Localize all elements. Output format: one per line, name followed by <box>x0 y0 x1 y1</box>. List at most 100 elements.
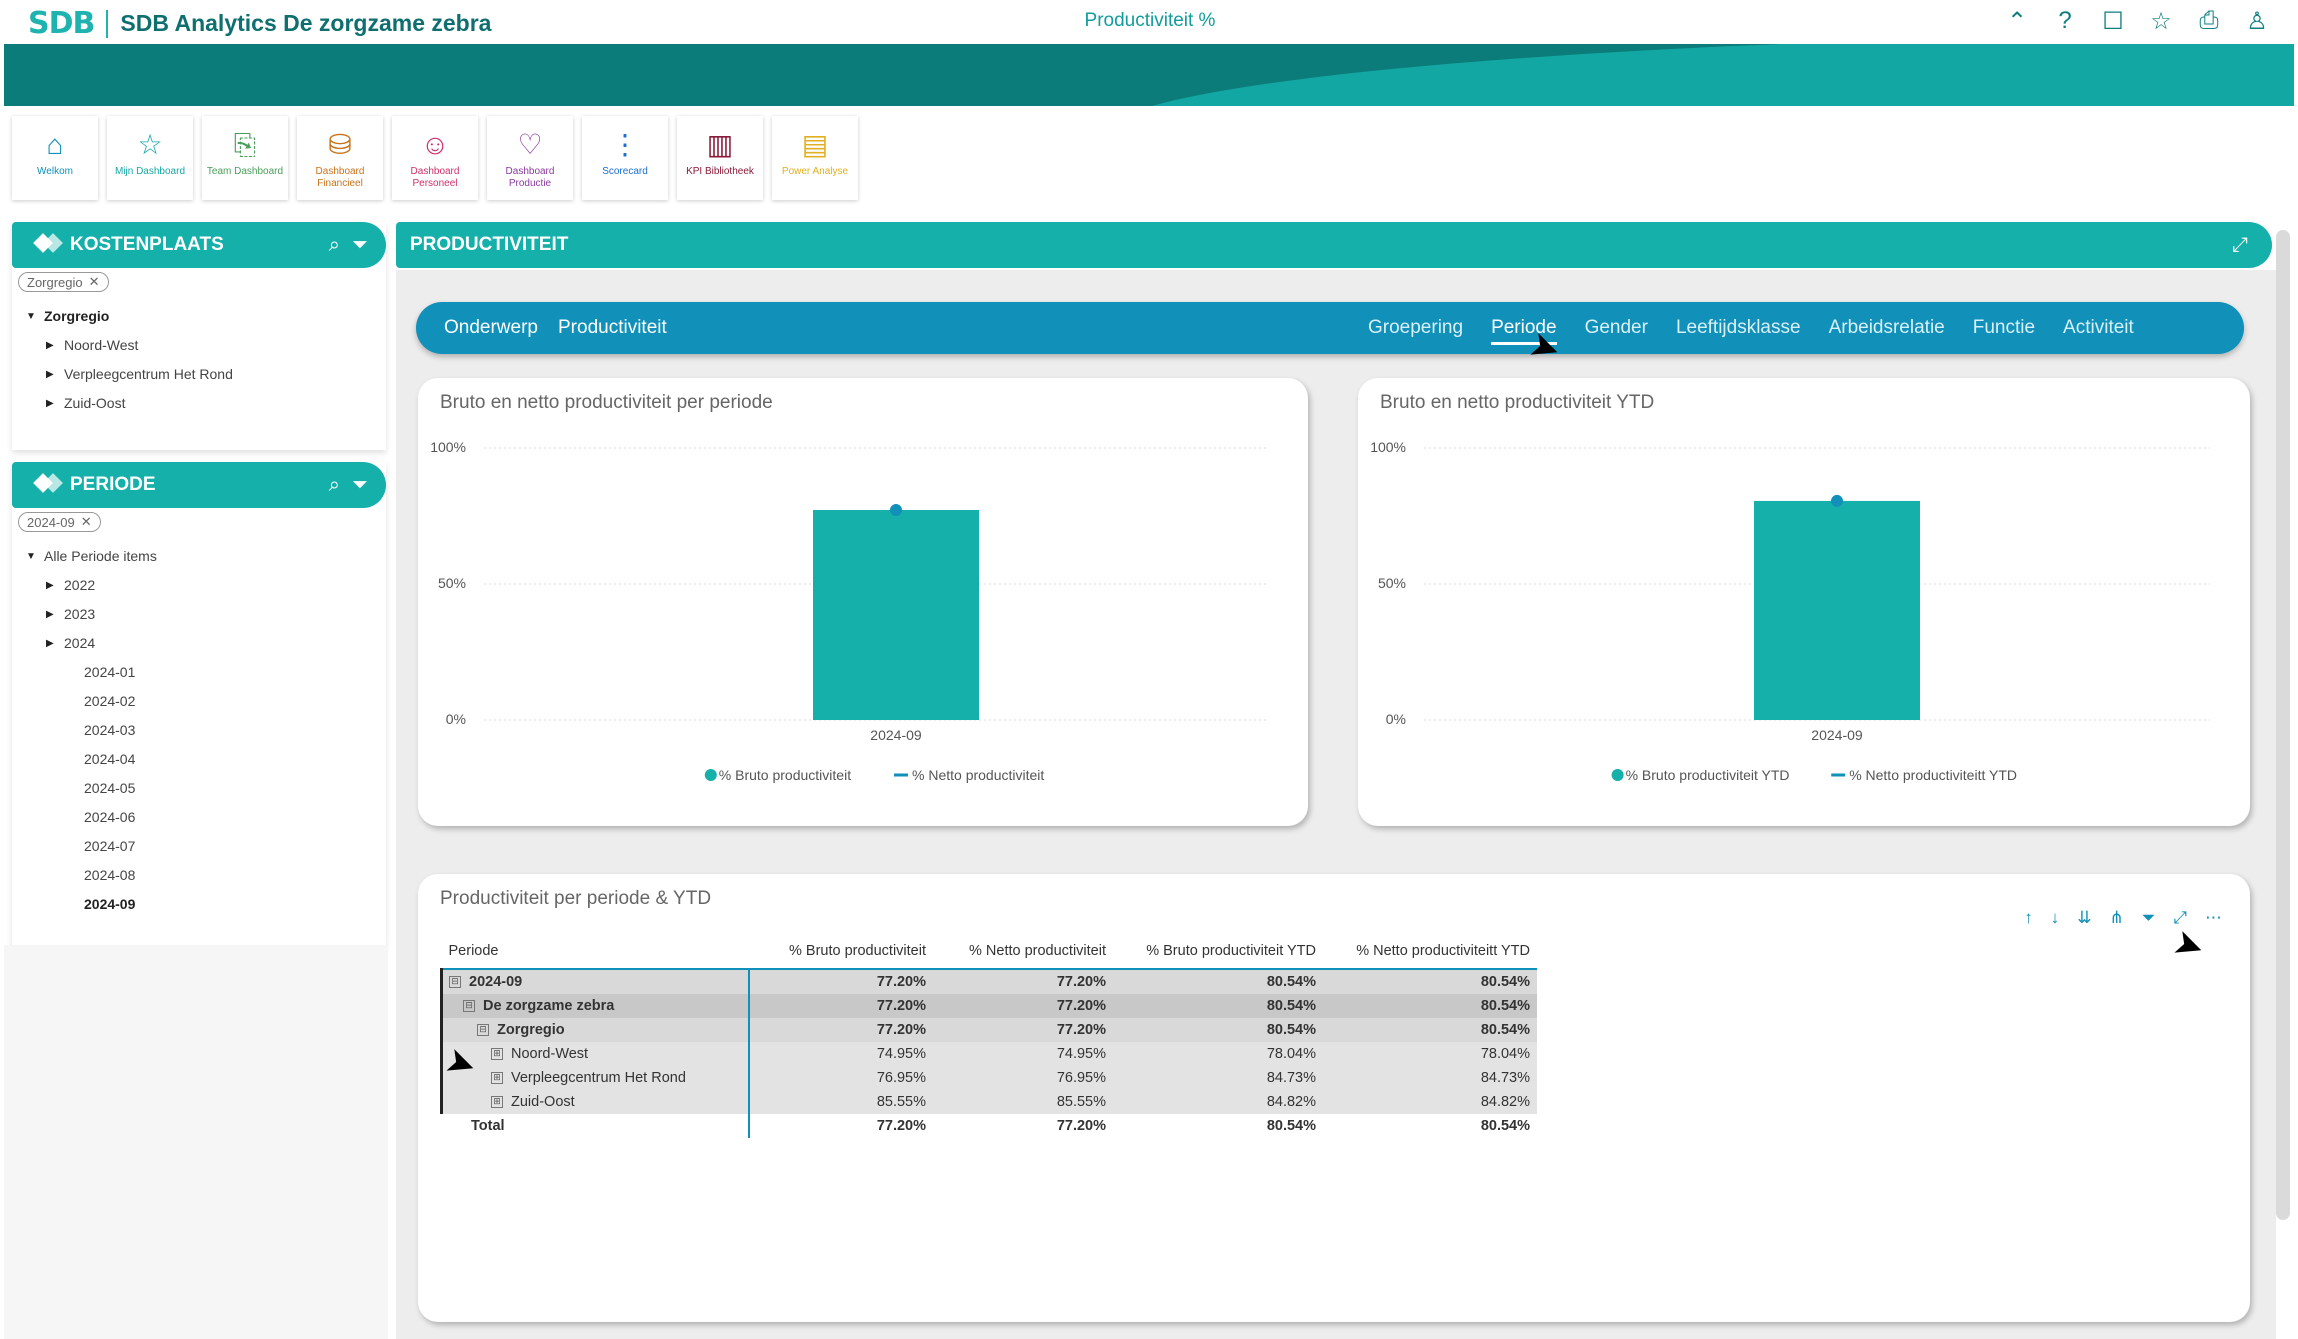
nav-tile-dashboard-financieel[interactable]: ⛁ Dashboard Financieel <box>297 116 383 200</box>
y-tick-label: 0% <box>446 711 466 727</box>
table-title: Productiviteit per periode & YTD <box>440 888 712 909</box>
tree-item[interactable]: 2024-08 <box>12 861 386 890</box>
tree-item[interactable]: ▼ Alle Periode items <box>12 542 386 571</box>
tab-groepering[interactable]: Groepering <box>1368 317 1463 339</box>
column-header[interactable]: Periode <box>442 934 750 969</box>
tree-item[interactable]: 2024-07 <box>12 832 386 861</box>
nav-tile-label: Power Analyse <box>781 166 849 177</box>
tree-item[interactable]: ▶ Noord-West <box>12 331 386 360</box>
nav-tile-dashboard-personeel[interactable]: ☺ Dashboard Personeel <box>392 116 478 200</box>
search-icon[interactable]: ⌕ <box>329 234 340 257</box>
nav-tile-label: KPI Bibliotheek <box>686 166 754 177</box>
nav-tile-mijn-dashboard[interactable]: ☆ Mijn Dashboard <box>107 116 193 200</box>
value-cell: 85.55% <box>749 1090 933 1114</box>
nav-tile-power-analyse[interactable]: ▤ Power Analyse <box>772 116 858 200</box>
sort-up-icon[interactable]: ↑ <box>2024 908 2033 928</box>
nav-tile-welkom[interactable]: ⌂ Welkom <box>12 116 98 200</box>
subject-value[interactable]: Productiviteit <box>558 317 667 339</box>
tree-item[interactable]: 2024-06 <box>12 803 386 832</box>
value-cell: 77.20% <box>749 1114 933 1138</box>
column-header[interactable]: % Netto productiviteit <box>933 934 1113 969</box>
tree-item-label: 2024-01 <box>84 664 136 680</box>
tree-item[interactable]: ▶ 2022 <box>12 571 386 600</box>
tab-functie[interactable]: Functie <box>1973 317 2035 339</box>
value-cell: 80.54% <box>1113 1114 1323 1138</box>
tree-item-label: 2024 <box>64 635 96 651</box>
column-header[interactable]: % Bruto productiviteit YTD <box>1113 934 1323 969</box>
star-icon[interactable]: ☆ <box>2146 6 2176 36</box>
line-point[interactable] <box>1831 494 1843 507</box>
tab-leeftijdsklasse[interactable]: Leeftijdsklasse <box>1676 317 1801 339</box>
tree-item[interactable]: ▶ Verpleegcentrum Het Rond <box>12 360 386 389</box>
caret-right-icon[interactable]: ▶ <box>46 571 56 600</box>
comment-icon[interactable]: ☐ <box>2098 6 2128 36</box>
sort-down-icon[interactable]: ↓ <box>2051 908 2060 928</box>
caret-right-icon[interactable]: ▶ <box>46 389 56 418</box>
bar[interactable] <box>813 510 979 720</box>
filter-icon[interactable]: ⏷ <box>352 474 368 497</box>
value-cell: 77.20% <box>933 969 1113 994</box>
row-label: 2024-09 <box>469 974 523 990</box>
value-cell: 84.82% <box>1323 1090 1537 1114</box>
caret-down-icon[interactable]: ▼ <box>26 302 36 331</box>
tab-activiteit[interactable]: Activiteit <box>2063 317 2134 339</box>
tree-item[interactable]: ▶ Zuid-Oost <box>12 389 386 418</box>
search-icon[interactable]: ⌕ <box>329 474 340 497</box>
value-cell: 76.95% <box>749 1066 933 1090</box>
tab-arbeidsrelatie[interactable]: Arbeidsrelatie <box>1829 317 1945 339</box>
close-icon[interactable]: ✕ <box>81 514 92 530</box>
caret-right-icon[interactable]: ▶ <box>46 600 56 629</box>
caret-right-icon[interactable]: ▶ <box>46 331 56 360</box>
caret-right-icon[interactable]: ▶ <box>46 629 56 658</box>
hierarchy-icon[interactable]: ⋔ <box>2110 908 2124 928</box>
user-icon[interactable]: ♙ <box>2242 6 2272 36</box>
tree-item-label: Verpleegcentrum Het Rond <box>64 366 233 382</box>
expand-icon[interactable]: ⊞ <box>491 1072 503 1085</box>
tab-gender[interactable]: Gender <box>1585 317 1648 339</box>
kostenplaats-filter-chip[interactable]: Zorgregio ✕ <box>18 272 109 292</box>
value-cell: 74.95% <box>933 1042 1113 1066</box>
tree-item[interactable]: ▶ 2023 <box>12 600 386 629</box>
nav-tile-team-dashboard[interactable]: ⎘ Team Dashboard <box>202 116 288 200</box>
periode-filter-chip[interactable]: 2024-09 ✕ <box>18 512 101 532</box>
tree-item[interactable]: 2024-01 <box>12 658 386 687</box>
print-icon[interactable]: ⎙ <box>2194 6 2224 36</box>
nav-tile-kpi-bibliotheek[interactable]: ▥ KPI Bibliotheek <box>677 116 763 200</box>
filter-icon[interactable]: ⏷ <box>2142 908 2156 928</box>
nav-tile-scorecard[interactable]: ⋮ Scorecard <box>582 116 668 200</box>
close-icon[interactable]: ✕ <box>89 274 100 290</box>
filter-icon[interactable]: ⏷ <box>352 234 368 257</box>
expand-all-icon[interactable]: ⇊ <box>2077 908 2091 928</box>
column-header[interactable]: % Netto productiviteitt YTD <box>1323 934 1537 969</box>
expand-icon[interactable]: ⊞ <box>491 1048 503 1061</box>
value-cell: 74.95% <box>749 1042 933 1066</box>
tree-item[interactable]: 2024-03 <box>12 716 386 745</box>
periode-title: PERIODE <box>70 474 156 495</box>
tree-item[interactable]: ▶ 2024 <box>12 629 386 658</box>
collapse-icon[interactable]: ⊟ <box>449 976 461 989</box>
line-point[interactable] <box>890 504 902 517</box>
tree-item[interactable]: 2024-02 <box>12 687 386 716</box>
nav-tile-dashboard-productie[interactable]: ♡ Dashboard Productie <box>487 116 573 200</box>
brand-separator <box>106 9 109 38</box>
tree-item[interactable]: ▼ Zorgregio <box>12 302 386 331</box>
more-options-icon[interactable]: ⋯ <box>2205 908 2222 928</box>
page-scrollbar[interactable] <box>2276 230 2290 1220</box>
collapse-icon[interactable]: ⊟ <box>463 1000 475 1013</box>
x-tick-label: 2024-09 <box>870 727 922 743</box>
caret-down-icon[interactable]: ▼ <box>26 542 36 571</box>
nav-tile-label: Team Dashboard <box>206 166 284 177</box>
collapse-icon[interactable]: ⊟ <box>477 1024 489 1037</box>
nav-tile-label: Mijn Dashboard <box>114 166 186 177</box>
tree-item[interactable]: 2024-09 <box>12 890 386 919</box>
value-cell: 80.54% <box>1113 969 1323 994</box>
collapse-icon[interactable]: ⌃ <box>2002 6 2032 36</box>
column-header[interactable]: % Bruto productiviteit <box>749 934 933 969</box>
tree-item[interactable]: 2024-05 <box>12 774 386 803</box>
caret-right-icon[interactable]: ▶ <box>46 360 56 389</box>
expand-icon[interactable]: ⤢ <box>2232 234 2248 257</box>
help-icon[interactable]: ? <box>2050 6 2080 36</box>
expand-icon[interactable]: ⊞ <box>491 1096 503 1109</box>
tree-item[interactable]: 2024-04 <box>12 745 386 774</box>
bar[interactable] <box>1754 500 1920 720</box>
